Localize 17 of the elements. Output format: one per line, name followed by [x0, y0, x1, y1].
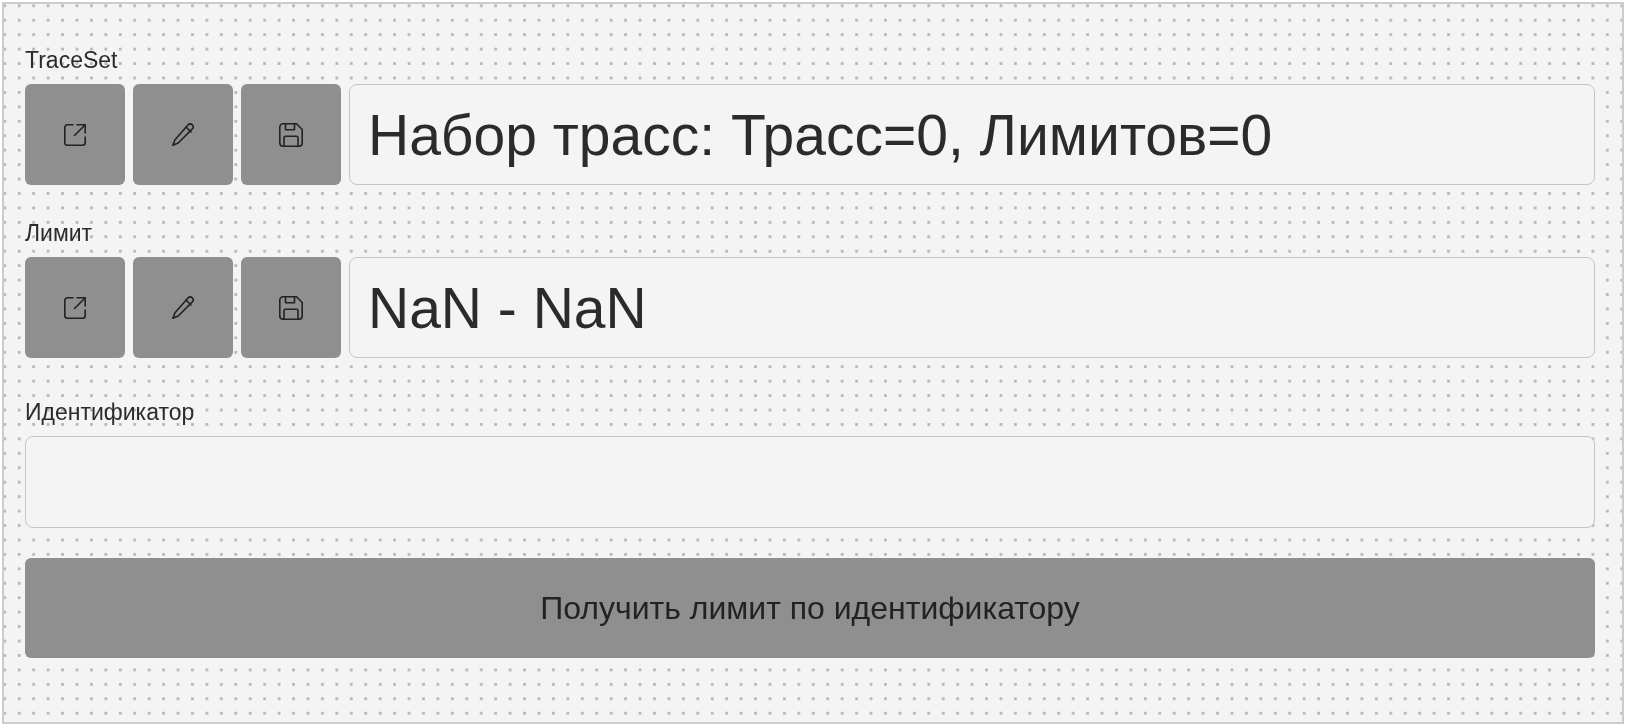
- pencil-icon: [171, 122, 195, 147]
- value-field[interactable]: NaN - NaN: [349, 257, 1595, 358]
- box-arrow-icon: [62, 294, 88, 321]
- field-label: Лимит: [25, 219, 93, 247]
- field-label: TraceSet: [25, 46, 118, 74]
- save-button[interactable]: [241, 84, 341, 185]
- pencil-icon: [171, 295, 195, 320]
- open-button[interactable]: [25, 84, 125, 185]
- get-limit-button[interactable]: Получить лимит по идентификатору: [25, 558, 1595, 658]
- edit-button[interactable]: [133, 84, 233, 185]
- value-field[interactable]: Набор трасс: Трасс=0, Лимитов=0: [349, 84, 1595, 185]
- edit-button[interactable]: [133, 257, 233, 358]
- field-label: Идентификатор: [25, 398, 195, 426]
- save-button[interactable]: [241, 257, 341, 358]
- open-button[interactable]: [25, 257, 125, 358]
- input-field[interactable]: [25, 436, 1595, 528]
- box-arrow-icon: [62, 121, 88, 148]
